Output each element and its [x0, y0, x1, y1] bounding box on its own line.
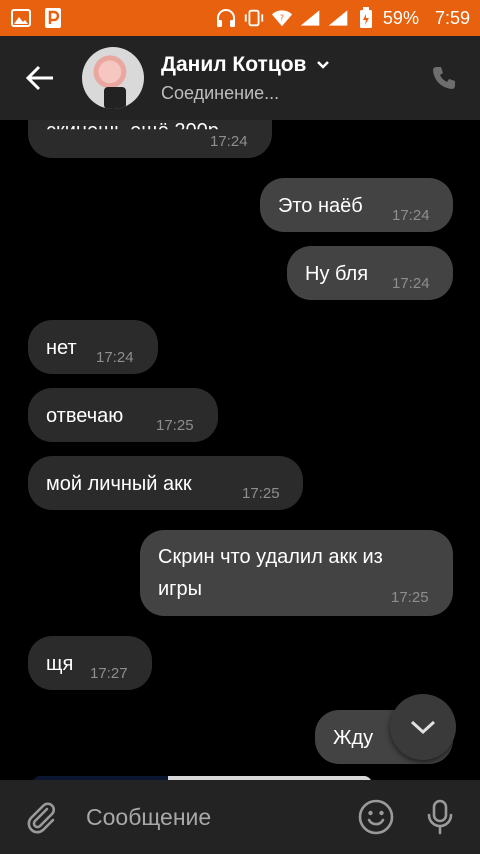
- message-time: 17:25: [391, 589, 429, 606]
- contact-info[interactable]: Данил Котцов Соединение...: [161, 53, 330, 104]
- svg-text:?: ?: [280, 13, 284, 23]
- message-bubble[interactable]: Ну бля 17:24: [287, 246, 453, 300]
- smiley-icon: [358, 799, 394, 835]
- message-input[interactable]: Сообщение: [86, 804, 211, 831]
- message-bubble[interactable]: скинешь ещё 200р 17:24: [28, 120, 272, 158]
- vibrate-icon: [243, 7, 265, 29]
- paperclip-icon: [27, 802, 55, 834]
- app-notification-icon: [42, 7, 64, 29]
- composer-bar: Сообщение: [0, 780, 480, 854]
- message-list[interactable]: скинешь ещё 200р 17:24 Это наёб 17:24 Ну…: [0, 120, 480, 780]
- clock: 7:59: [434, 7, 470, 28]
- message-bubble[interactable]: Скрин что удалил акк из игры 17:25: [140, 530, 453, 616]
- emoji-button[interactable]: [356, 797, 396, 837]
- message-text: щя: [46, 653, 74, 675]
- avatar[interactable]: [82, 47, 144, 109]
- attach-button[interactable]: [22, 797, 62, 837]
- microphone-icon: [427, 799, 453, 835]
- chevron-down-icon: [317, 60, 330, 69]
- signal-1-icon: [299, 7, 321, 29]
- message-time: 17:24: [210, 133, 248, 150]
- battery-percentage: 59%: [382, 7, 419, 28]
- message-text: Жду: [333, 727, 374, 749]
- message-time: 17:27: [90, 665, 128, 682]
- battery-icon: [355, 7, 377, 29]
- chat-header: Данил Котцов Соединение...: [0, 36, 480, 120]
- message-bubble[interactable]: щя 17:27: [28, 636, 152, 690]
- message-bubble[interactable]: Это наёб 17:24: [260, 178, 453, 232]
- message-text: мой личный акк: [46, 473, 192, 495]
- message-time: 17:25: [156, 417, 194, 434]
- status-bar: ? 59% 7:59: [0, 0, 480, 36]
- chevron-down-icon: [410, 720, 436, 735]
- message-bubble[interactable]: мой личный акк 17:25: [28, 456, 303, 510]
- message-text-line-2: игры: [158, 578, 202, 600]
- call-button[interactable]: [430, 64, 458, 92]
- signal-2-icon: [327, 7, 349, 29]
- phone-icon: [433, 67, 455, 89]
- gallery-notification-icon: [10, 7, 32, 29]
- wifi-icon: ?: [271, 7, 293, 29]
- message-bubble[interactable]: нет 17:24: [28, 320, 158, 374]
- message-time: 17:24: [96, 349, 134, 366]
- arrow-left-icon: [25, 65, 53, 91]
- contact-name: Данил Котцов: [161, 52, 307, 76]
- message-bubble[interactable]: отвечаю 17:25: [28, 388, 218, 442]
- message-text: Это наёб: [278, 195, 363, 217]
- message-text: отвечаю: [46, 405, 124, 427]
- message-text: скинешь ещё 200р: [46, 120, 219, 142]
- message-text-line-1: Скрин что удалил акк из: [158, 546, 383, 568]
- message-time: 17:24: [392, 207, 430, 224]
- message-time: 17:25: [242, 485, 280, 502]
- scroll-to-bottom-button[interactable]: [390, 694, 456, 760]
- voice-record-button[interactable]: [424, 797, 456, 837]
- message-text: нет: [46, 337, 77, 359]
- back-button[interactable]: [10, 36, 70, 120]
- connection-status: Соединение...: [161, 82, 280, 103]
- message-time: 17:24: [392, 275, 430, 292]
- headphones-icon: [215, 7, 237, 29]
- message-text: Ну бля: [305, 263, 369, 285]
